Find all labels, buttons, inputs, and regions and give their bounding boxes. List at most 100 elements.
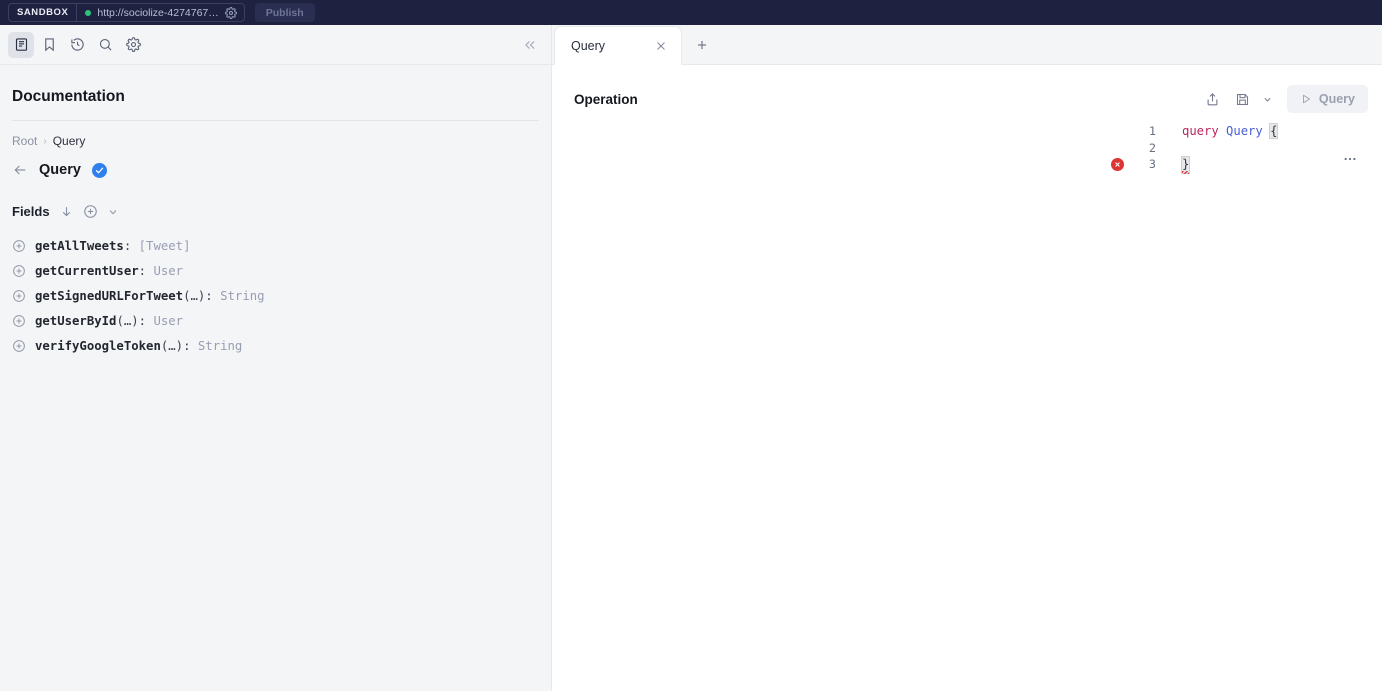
line-number: 3 — [1148, 157, 1156, 172]
operation-actions: Query — [1199, 85, 1368, 113]
fields-label: Fields — [12, 204, 50, 219]
bookmark-icon — [42, 37, 57, 52]
close-icon[interactable] — [633, 40, 667, 52]
verified-check-badge — [91, 162, 107, 178]
field-type[interactable]: String — [220, 289, 264, 303]
list-item[interactable]: getAllTweets: [Tweet] — [0, 233, 551, 258]
back-button[interactable] — [12, 162, 28, 178]
app-root: SANDBOX http://sociolize-4274767… Publis… — [0, 0, 1382, 691]
run-query-label: Query — [1318, 92, 1355, 106]
share-icon — [1205, 92, 1220, 107]
type-header: Query — [0, 148, 551, 178]
token-open-brace: { — [1269, 123, 1279, 140]
breadcrumb: Root › Query — [0, 121, 551, 148]
breadcrumb-separator: › — [43, 135, 47, 147]
tab-label: Query — [571, 38, 606, 53]
code-line[interactable]: 2 — [552, 140, 1382, 157]
operation-header: Operation Query — [552, 79, 1382, 119]
search-icon-button[interactable] — [92, 32, 118, 58]
field-name: getAllTweets — [35, 238, 124, 253]
field-name: getCurrentUser — [35, 263, 139, 278]
list-item[interactable]: getSignedURLForTweet(…): String — [0, 283, 551, 308]
endpoint-url-field[interactable]: http://sociolize-4274767… — [77, 4, 243, 21]
save-button[interactable] — [1229, 85, 1257, 113]
bookmark-icon-button[interactable] — [36, 32, 62, 58]
add-field-icon[interactable] — [12, 314, 26, 328]
gutter-marker[interactable] — [1106, 157, 1128, 171]
code-content[interactable]: } — [1180, 156, 1191, 175]
field-signature[interactable]: getCurrentUser: User — [35, 264, 183, 278]
connection-status-dot — [85, 9, 92, 16]
token-operation-name: Query — [1226, 124, 1263, 139]
breadcrumb-current: Query — [52, 134, 86, 148]
field-args: (…) — [183, 288, 206, 303]
breadcrumb-root[interactable]: Root — [12, 134, 37, 148]
save-options-button[interactable] — [1259, 85, 1277, 113]
sandbox-topbar: SANDBOX http://sociolize-4274767… Publis… — [0, 0, 1382, 25]
token-keyword: query — [1182, 124, 1227, 139]
endpoint-url-text: http://sociolize-4274767… — [97, 6, 219, 19]
add-field-icon[interactable] — [83, 204, 98, 219]
field-name: getUserById — [35, 313, 117, 328]
editor-more-options-button[interactable] — [1342, 151, 1358, 167]
code-content[interactable]: query Query { — [1182, 123, 1279, 140]
tab-query[interactable]: Query — [554, 26, 682, 65]
tab-bar: Query — [552, 25, 1382, 65]
page-title: Documentation — [12, 88, 125, 105]
gear-icon — [125, 37, 141, 52]
settings-icon-button[interactable] — [120, 32, 146, 58]
sandbox-endpoint-group: SANDBOX http://sociolize-4274767… — [8, 3, 245, 22]
add-field-icon[interactable] — [12, 239, 26, 253]
list-item[interactable]: verifyGoogleToken(…): String — [0, 333, 551, 358]
chevron-double-left-icon — [523, 38, 537, 52]
main-body: Documentation Root › Query Query Fields … — [0, 25, 1382, 691]
field-signature[interactable]: getSignedURLForTweet(…): String — [35, 289, 265, 303]
search-icon — [98, 37, 113, 52]
line-number: 1 — [1148, 124, 1156, 139]
chevron-down-icon[interactable] — [108, 207, 118, 217]
field-signature[interactable]: getAllTweets: [Tweet] — [35, 239, 190, 253]
field-type[interactable]: [Tweet] — [139, 239, 191, 253]
docs-toolbar — [0, 25, 551, 65]
error-circle-icon[interactable] — [1110, 157, 1124, 171]
token-close-brace: } — [1180, 156, 1191, 175]
operation-title: Operation — [574, 91, 638, 107]
field-type[interactable]: User — [153, 264, 183, 278]
collapse-panel-button[interactable] — [517, 32, 543, 58]
add-field-icon[interactable] — [12, 264, 26, 278]
documentation-icon-button[interactable] — [8, 31, 34, 58]
plus-icon — [695, 38, 709, 52]
code-line[interactable]: 3 } — [552, 156, 1382, 175]
fields-list: getAllTweets: [Tweet] getCurrentUser: Us… — [0, 219, 551, 358]
type-name: Query — [39, 162, 81, 178]
line-number: 2 — [1148, 140, 1156, 155]
code-line[interactable]: 1 query Query { — [552, 123, 1382, 140]
fields-header: Fields — [0, 178, 551, 219]
new-tab-button[interactable] — [682, 25, 722, 64]
documentation-panel: Documentation Root › Query Query Fields … — [0, 25, 552, 691]
sort-down-icon[interactable] — [60, 205, 73, 218]
graphql-editor[interactable]: 1 query Query { 2 3} — [552, 119, 1382, 691]
history-icon — [70, 37, 85, 52]
sandbox-badge: SANDBOX — [9, 4, 78, 21]
field-signature[interactable]: getUserById(…): User — [35, 314, 183, 328]
more-horizontal-icon — [1342, 151, 1358, 167]
gear-icon[interactable] — [224, 6, 237, 19]
field-signature[interactable]: verifyGoogleToken(…): String — [35, 339, 242, 353]
field-type[interactable]: User — [153, 314, 183, 328]
share-button[interactable] — [1199, 85, 1227, 113]
list-item[interactable]: getCurrentUser: User — [0, 258, 551, 283]
field-type[interactable]: String — [198, 339, 242, 353]
publish-button[interactable]: Publish — [254, 3, 315, 22]
add-field-icon[interactable] — [12, 289, 26, 303]
history-icon-button[interactable] — [64, 32, 90, 58]
documentation-icon — [14, 37, 29, 52]
chevron-down-icon — [1263, 95, 1272, 104]
play-icon — [1300, 93, 1312, 105]
field-name: verifyGoogleToken — [35, 338, 161, 353]
add-field-icon[interactable] — [12, 339, 26, 353]
field-name: getSignedURLForTweet — [35, 288, 184, 303]
run-query-button[interactable]: Query — [1286, 85, 1368, 113]
list-item[interactable]: getUserById(…): User — [0, 308, 551, 333]
